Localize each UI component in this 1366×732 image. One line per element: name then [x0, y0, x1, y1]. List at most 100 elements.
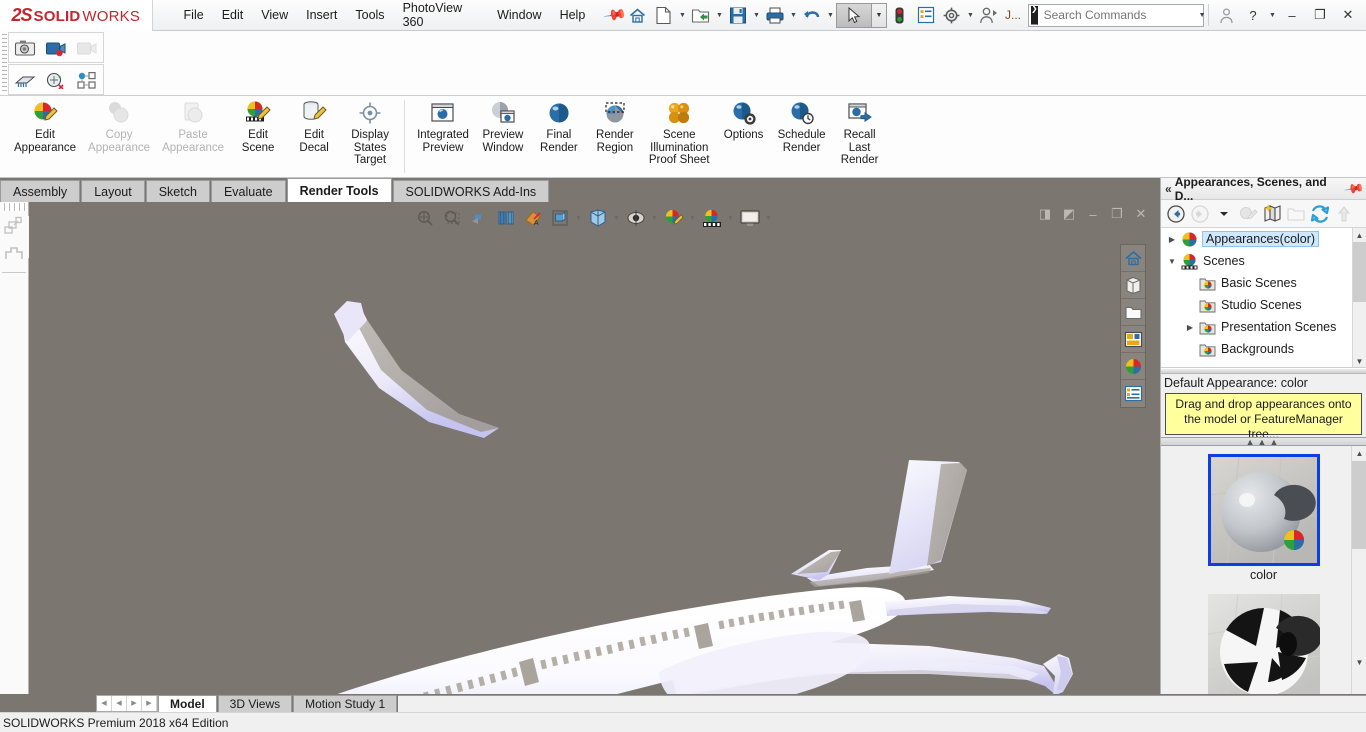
- tree-item-presentation-scenes[interactable]: ▶ Presentation Scenes: [1161, 316, 1366, 338]
- tree-item-scenes[interactable]: ▼ Scenes: [1161, 250, 1366, 272]
- tab-layout[interactable]: Layout: [81, 180, 145, 202]
- refresh-icon[interactable]: [1308, 202, 1332, 226]
- search-input[interactable]: [1037, 8, 1199, 22]
- settings-caret-icon[interactable]: ▼: [965, 2, 976, 28]
- select-dropdown-caret-icon[interactable]: ▼: [871, 2, 887, 28]
- final-render-button[interactable]: Final Render: [531, 96, 587, 154]
- menu-item-window[interactable]: Window: [488, 4, 550, 26]
- menu-item-file[interactable]: File: [175, 4, 213, 26]
- sensor-icon[interactable]: [12, 67, 38, 93]
- tab-render-tools[interactable]: Render Tools: [286, 178, 392, 202]
- equations-icon[interactable]: [43, 67, 69, 93]
- menu-item-help[interactable]: Help: [551, 4, 595, 26]
- new-document-icon[interactable]: [651, 2, 677, 28]
- capture-image-icon[interactable]: [12, 35, 38, 61]
- first-tab-icon[interactable]: ◀: [97, 695, 112, 711]
- task-pane-pushpin-icon[interactable]: 📌: [1343, 177, 1365, 199]
- toolbar-grip[interactable]: [2, 33, 7, 93]
- tab-assembly[interactable]: Assembly: [0, 180, 81, 202]
- view-layout-icon[interactable]: [1121, 326, 1145, 353]
- menu-item-view[interactable]: View: [252, 4, 297, 26]
- print-caret-icon[interactable]: ▼: [788, 2, 799, 28]
- record-video-icon[interactable]: [43, 35, 69, 61]
- appearance-swatch-color[interactable]: [1207, 454, 1320, 566]
- view-displaystates-icon[interactable]: [1121, 380, 1145, 407]
- menu-item-insert[interactable]: Insert: [297, 4, 346, 26]
- scroll-up-icon[interactable]: ▲: [1356, 228, 1364, 242]
- appearances-tree[interactable]: ▶ Appearances(color) ▼ Scenes Basic Scen…: [1161, 228, 1366, 368]
- swatch-scroll-thumb[interactable]: [1352, 461, 1366, 549]
- undo-caret-icon[interactable]: ▼: [825, 2, 836, 28]
- history-dropdown-icon[interactable]: [1212, 202, 1236, 226]
- display-pane-icon[interactable]: [0, 240, 27, 268]
- swatch-scroll-down-icon[interactable]: ▼: [1352, 655, 1366, 670]
- view-folder-icon[interactable]: [1121, 299, 1145, 326]
- scroll-down-icon[interactable]: ▼: [1356, 354, 1364, 367]
- scroll-thumb[interactable]: [1353, 242, 1366, 302]
- display-states-target-button[interactable]: Display States Target: [342, 96, 398, 167]
- menu-item-edit[interactable]: Edit: [213, 4, 253, 26]
- render-region-button[interactable]: Render Region: [587, 96, 643, 154]
- bottom-tab-3d-views[interactable]: 3D Views: [217, 694, 293, 712]
- close-button[interactable]: ✕: [1334, 2, 1362, 28]
- expander-collapsed-icon[interactable]: ▶: [1181, 316, 1199, 338]
- tree-item-studio-scenes[interactable]: Studio Scenes: [1161, 294, 1366, 316]
- view-home-icon[interactable]: [1121, 245, 1145, 272]
- recall-last-render-button[interactable]: Recall Last Render: [832, 96, 888, 167]
- expander-expanded-icon[interactable]: ▼: [1163, 250, 1181, 272]
- edit-scene-button[interactable]: Edit Scene: [230, 96, 286, 154]
- render-options-button[interactable]: Options: [716, 96, 772, 142]
- add-appearance-icon[interactable]: [1260, 202, 1284, 226]
- view-isometric-icon[interactable]: [1121, 272, 1145, 299]
- feature-manager-tree-icon[interactable]: [0, 212, 27, 240]
- save-icon[interactable]: [725, 2, 751, 28]
- menu-item-tools[interactable]: Tools: [346, 4, 393, 26]
- schedule-render-button[interactable]: Schedule Render: [772, 96, 832, 154]
- bottom-tab-motion-study[interactable]: Motion Study 1: [293, 694, 398, 712]
- tab-evaluate[interactable]: Evaluate: [210, 180, 286, 202]
- restore-button[interactable]: ❐: [1306, 2, 1334, 28]
- integrated-preview-button[interactable]: Integrated Preview: [411, 96, 475, 154]
- bottom-tab-model[interactable]: Model: [158, 694, 217, 712]
- airplane-model[interactable]: Y X Z: [29, 202, 1160, 694]
- open-folder-icon[interactable]: [688, 2, 714, 28]
- next-tab-icon[interactable]: ▶: [127, 695, 142, 711]
- rebuild-traffic-icon[interactable]: [887, 2, 913, 28]
- home-icon[interactable]: [625, 2, 651, 28]
- solidworks-logo[interactable]: 2S SOLID WORKS: [0, 0, 153, 31]
- menu-item-photoview360[interactable]: PhotoView 360: [394, 0, 489, 33]
- panel-grip[interactable]: [2, 203, 26, 211]
- scene-illumination-proof-sheet-button[interactable]: Scene Illumination Proof Sheet: [643, 96, 716, 167]
- appearance-swatch-checker[interactable]: [1207, 593, 1322, 707]
- search-commands-box[interactable]: ❯_ ▼: [1028, 2, 1206, 28]
- user-profile-icon[interactable]: [976, 2, 1002, 28]
- minimize-button[interactable]: –: [1278, 2, 1306, 28]
- view-appearance-icon[interactable]: [1121, 353, 1145, 380]
- undo-icon[interactable]: [799, 2, 825, 28]
- swatch-scrollbar[interactable]: ▲ ▼: [1351, 446, 1366, 710]
- prev-tab-icon[interactable]: ◀: [112, 695, 127, 711]
- expander-collapsed-icon[interactable]: ▶: [1163, 228, 1181, 250]
- options-list-icon[interactable]: [913, 2, 939, 28]
- tree-item-appearances[interactable]: ▶ Appearances(color): [1161, 228, 1366, 250]
- account-icon[interactable]: [1213, 2, 1239, 28]
- help-caret-icon[interactable]: ▼: [1267, 2, 1278, 28]
- print-icon[interactable]: [762, 2, 788, 28]
- save-caret-icon[interactable]: ▼: [751, 2, 762, 28]
- new-document-caret-icon[interactable]: ▼: [677, 2, 688, 28]
- open-folder-caret-icon[interactable]: ▼: [714, 2, 725, 28]
- appearance-swatch-list[interactable]: color ▲ ▼: [1161, 446, 1366, 710]
- design-table-icon[interactable]: [74, 67, 100, 93]
- pane-grip-handle[interactable]: ▲▲▲: [1161, 437, 1366, 446]
- swatch-scroll-up-icon[interactable]: ▲: [1352, 446, 1366, 461]
- tab-solidworks-addins[interactable]: SOLIDWORKS Add-Ins: [392, 180, 550, 202]
- preview-window-button[interactable]: Preview Window: [475, 96, 531, 154]
- tab-sketch[interactable]: Sketch: [145, 180, 210, 202]
- edit-appearance-button[interactable]: Edit Appearance: [8, 96, 82, 154]
- edit-decal-button[interactable]: Edit Decal: [286, 96, 342, 154]
- graphics-viewport[interactable]: ◨ ◩ – ❐ ✕ A ▼ ▼ ▼ ▼ ▼ ▼: [29, 202, 1160, 694]
- search-caret-icon[interactable]: ▼: [1199, 2, 1206, 28]
- select-pointer-icon[interactable]: [835, 2, 872, 28]
- tree-item-backgrounds[interactable]: Backgrounds: [1161, 338, 1366, 360]
- last-tab-icon[interactable]: ▶: [142, 695, 157, 711]
